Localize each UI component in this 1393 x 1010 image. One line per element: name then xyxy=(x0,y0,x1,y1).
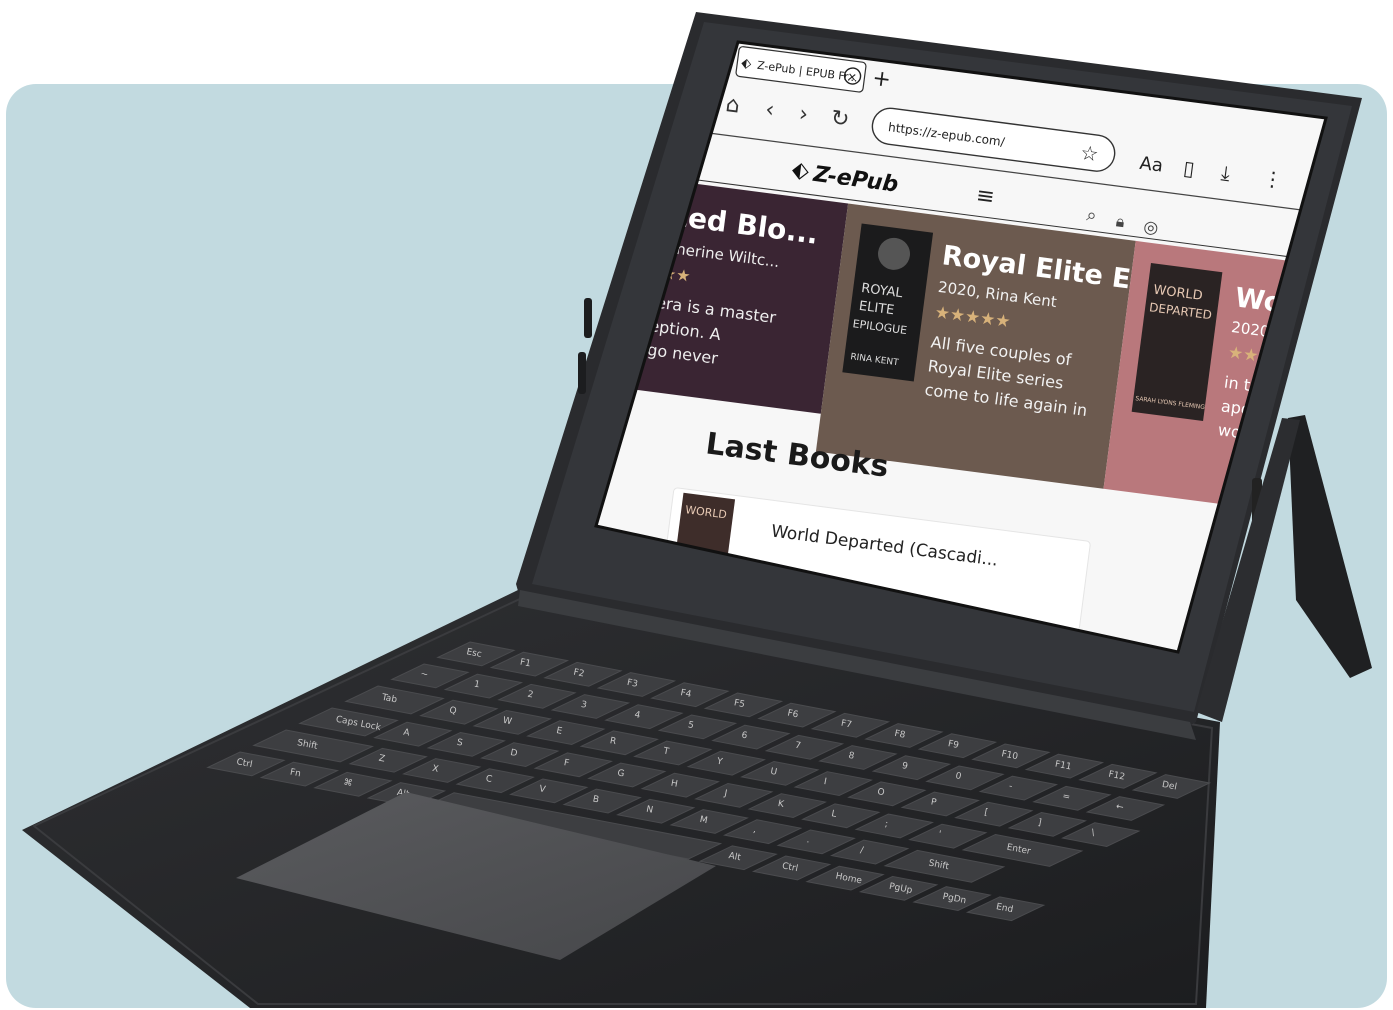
keyboard-key-label: F5 xyxy=(733,698,746,710)
kickstand xyxy=(1288,415,1372,678)
svg-text:✕: ✕ xyxy=(847,70,858,84)
bookmark-star-icon[interactable]: ☆ xyxy=(1079,140,1100,166)
svg-text:★★: ★★ xyxy=(1227,343,1260,367)
keyboard-key-label: F6 xyxy=(787,709,800,721)
keyboard-key-label: F3 xyxy=(626,678,639,690)
new-tab-icon[interactable]: + xyxy=(871,66,893,93)
keyboard-key-label: ⌘ xyxy=(343,778,354,790)
keyboard-key-label: F7 xyxy=(840,719,853,731)
keyboard-key-label: Fn xyxy=(289,768,302,780)
reload-icon[interactable]: ↻ xyxy=(829,106,851,133)
more-icon[interactable]: ⋮ xyxy=(1261,166,1284,192)
keyboard-key-label: F8 xyxy=(894,729,907,741)
font-size-button[interactable]: Aa xyxy=(1138,153,1164,177)
keyboard-key-label: F9 xyxy=(947,739,960,751)
menu-icon[interactable]: ≡ xyxy=(975,183,997,210)
keyboard-key-label: F1 xyxy=(519,658,532,670)
globe-icon[interactable]: ◎ xyxy=(1142,217,1159,239)
keyboard-key-label: F2 xyxy=(573,668,586,680)
keyboard-key-label: F4 xyxy=(680,688,693,700)
device-illustration: EscF1F2F3F4F5F6F7F8F9F10F11F12Del~123456… xyxy=(22,12,1372,1008)
tab-favicon-icon: ⬖ xyxy=(740,56,752,72)
site-logo-icon: ⬖ xyxy=(790,157,810,184)
